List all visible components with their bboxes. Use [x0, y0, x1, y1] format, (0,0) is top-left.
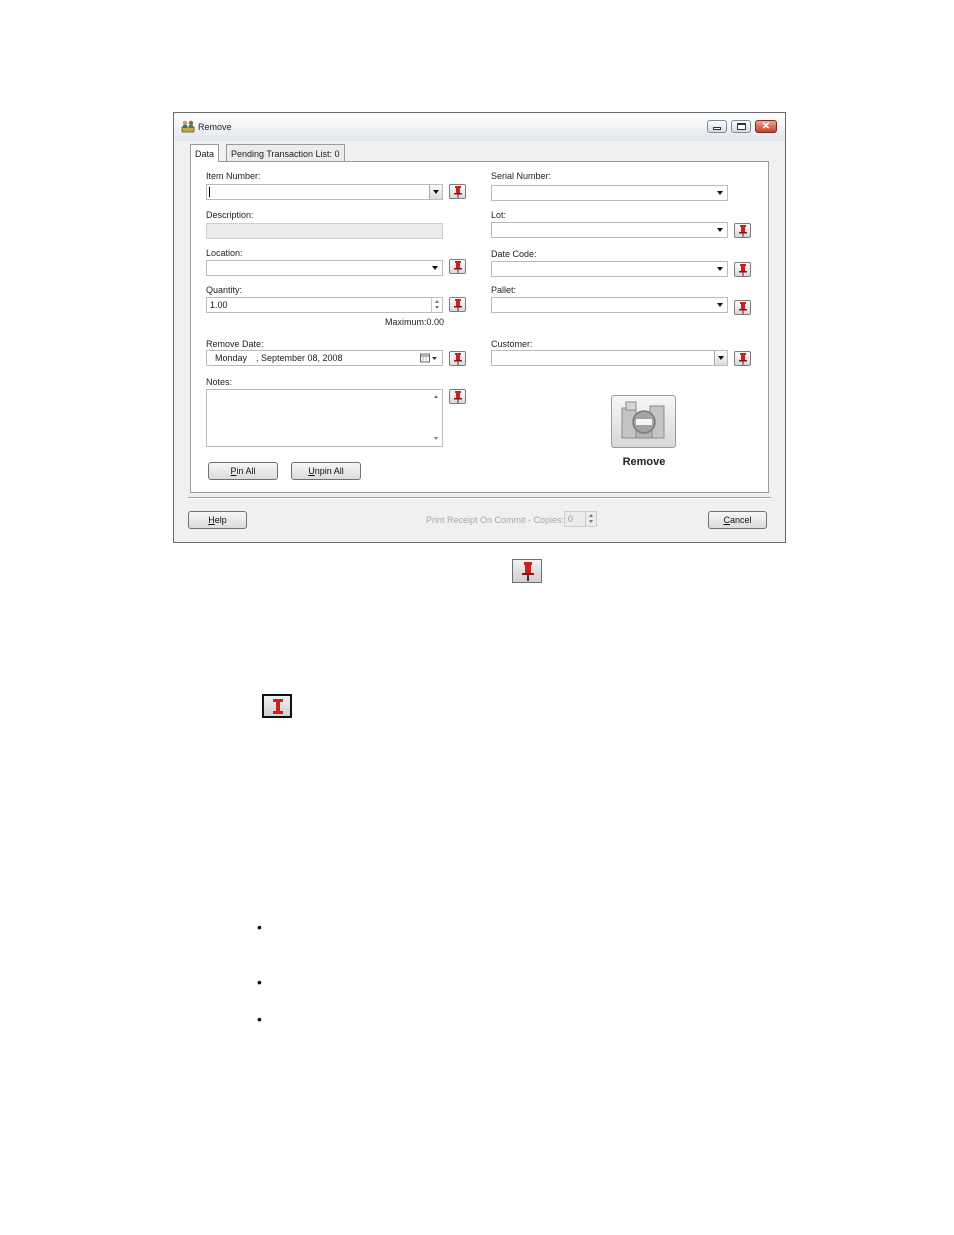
footer-separator	[188, 497, 771, 499]
item-number-dropdown-button[interactable]	[429, 185, 442, 199]
quantity-label: Quantity:	[206, 285, 243, 295]
close-button[interactable]: ✕	[755, 120, 777, 133]
pushpin-icon	[739, 302, 747, 314]
chevron-down-icon	[433, 190, 439, 194]
pushpin-icon	[454, 261, 462, 273]
pushpin-icon	[454, 186, 462, 198]
pallet-people-icon	[181, 120, 195, 133]
pushpin-icon	[739, 353, 747, 365]
maximize-button[interactable]	[731, 120, 751, 133]
chevron-down-icon	[432, 266, 438, 270]
close-icon: ✕	[761, 120, 771, 132]
location-label: Location:	[206, 248, 243, 258]
text-caret	[209, 187, 210, 197]
tab-pending-transaction-list[interactable]: Pending Transaction List: 0	[226, 144, 345, 161]
notes-label: Notes:	[206, 377, 233, 387]
description-field	[206, 223, 443, 239]
pushpin-icon	[454, 299, 462, 311]
pushpin-icon	[739, 264, 747, 276]
notes-textarea[interactable]	[206, 389, 443, 447]
bullet-marker: •	[257, 919, 262, 935]
location-pin-button[interactable]	[449, 259, 466, 274]
minimize-button[interactable]	[707, 120, 727, 133]
quantity-stepper[interactable]: 1.00	[206, 297, 443, 313]
chevron-down-icon	[718, 356, 724, 360]
item-number-label: Item Number:	[206, 171, 261, 181]
remove-inventory-icon	[621, 401, 665, 439]
date-code-pin-button[interactable]	[734, 262, 751, 277]
pallet-label: Pallet:	[491, 285, 517, 295]
pushpin-icon	[454, 353, 462, 365]
remove-date-picker[interactable]: Monday , September 08, 2008	[206, 350, 443, 366]
pushpin-icon	[739, 225, 747, 237]
lot-combo[interactable]	[491, 222, 728, 238]
calendar-icon[interactable]	[420, 353, 438, 363]
chevron-down-icon	[717, 191, 723, 195]
bullet-marker: •	[257, 974, 262, 990]
minimize-icon	[713, 127, 721, 130]
pallet-pin-button[interactable]	[734, 300, 751, 315]
description-label: Description:	[206, 210, 254, 220]
unpin-all-button[interactable]: Unpin All	[291, 462, 361, 480]
lot-label: Lot:	[491, 210, 507, 220]
customer-combo[interactable]	[491, 350, 728, 366]
quantity-pin-button[interactable]	[449, 297, 466, 312]
print-receipt-label: Print Receipt On Commit - Copies:	[426, 515, 565, 525]
arrow-down-icon	[589, 520, 593, 523]
pushpin-pinned-icon	[273, 699, 283, 714]
bullet-marker: •	[257, 1011, 262, 1027]
remove-date-label: Remove Date:	[206, 339, 264, 349]
pushpin-icon	[454, 391, 462, 403]
pallet-combo[interactable]	[491, 297, 728, 313]
copies-spin-buttons	[585, 512, 596, 526]
serial-number-label: Serial Number:	[491, 171, 552, 181]
chevron-down-icon	[717, 303, 723, 307]
lot-pin-button[interactable]	[734, 223, 751, 238]
arrow-down-icon	[435, 306, 439, 309]
arrow-up-icon	[589, 514, 593, 517]
remove-date-pin-button[interactable]	[449, 351, 466, 366]
copies-stepper: 0	[564, 511, 597, 527]
remove-action-button[interactable]	[611, 395, 676, 448]
chevron-down-icon	[717, 267, 723, 271]
arrow-down-icon	[434, 437, 438, 440]
location-combo[interactable]	[206, 260, 443, 276]
remove-date-value: , September 08, 2008	[256, 353, 343, 363]
customer-label: Customer:	[491, 339, 533, 349]
arrow-up-icon	[434, 395, 438, 398]
title-bar[interactable]: Remove ✕	[174, 113, 785, 141]
customer-dropdown-button[interactable]	[714, 351, 727, 365]
quantity-maximum: Maximum:0.00	[385, 317, 445, 327]
remove-label: Remove	[622, 456, 666, 468]
item-number-pin-button[interactable]	[449, 184, 466, 199]
help-button[interactable]: Help	[188, 511, 247, 529]
pinned-pushpin-illustration	[262, 694, 292, 718]
remove-date-weekday: Monday	[215, 353, 248, 363]
chevron-down-icon	[717, 228, 723, 232]
date-code-label: Date Code:	[491, 249, 537, 259]
maximize-icon	[736, 123, 746, 130]
serial-number-combo[interactable]	[491, 185, 728, 201]
notes-scrollbar[interactable]	[431, 390, 442, 446]
window-title: Remove	[198, 122, 232, 132]
cancel-button[interactable]: Cancel	[708, 511, 767, 529]
quantity-spin-buttons[interactable]	[431, 298, 442, 312]
pushpin-illustration	[512, 559, 542, 583]
pushpin-icon	[522, 562, 534, 581]
arrow-up-icon	[435, 300, 439, 303]
pin-all-button[interactable]: Pin All	[208, 462, 278, 480]
date-code-combo[interactable]	[491, 261, 728, 277]
item-number-combo[interactable]	[206, 184, 443, 200]
tab-data[interactable]: Data	[190, 144, 220, 162]
notes-pin-button[interactable]	[449, 389, 466, 404]
customer-pin-button[interactable]	[734, 351, 751, 366]
